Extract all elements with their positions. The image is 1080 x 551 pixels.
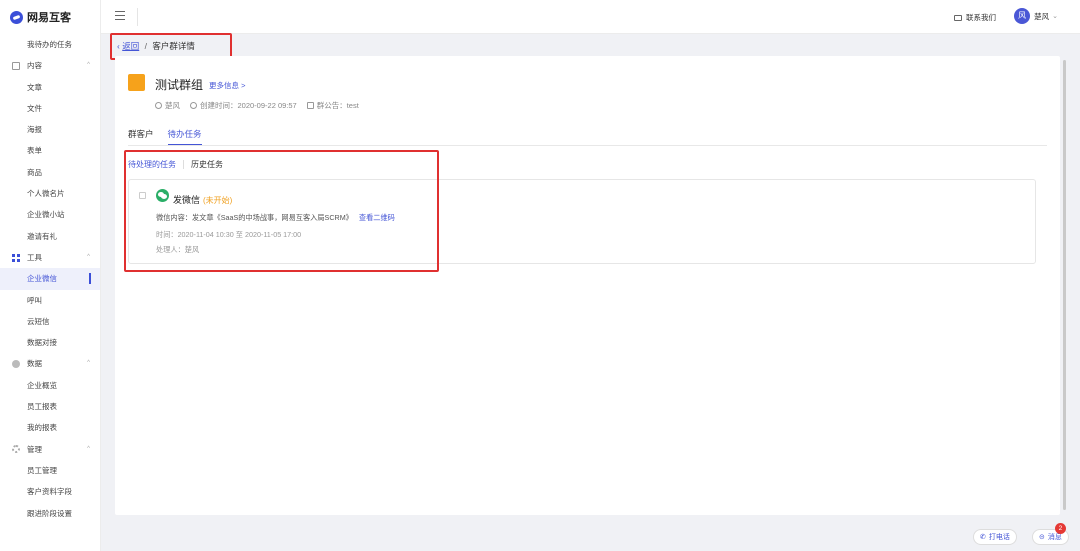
chevron-up-icon: ^ (87, 253, 90, 260)
sidebar-item[interactable]: 文章 (0, 77, 100, 98)
sidebar-group[interactable]: 数据 ^ (0, 353, 100, 374)
call-label: 打电话 (988, 534, 1010, 541)
sidebar-item[interactable]: 文件 (0, 98, 100, 119)
message-icon: ⊝ (1039, 534, 1045, 541)
logo-text: 网易互客 (27, 12, 71, 24)
sidebar-item[interactable]: 海报 (0, 119, 100, 140)
owner-meta: 楚风 (155, 100, 180, 111)
app-logo[interactable]: 网易互客 (0, 0, 100, 34)
notice-meta: 群公告：test (306, 100, 359, 111)
breadcrumb-bar: ‹ 返回 / 客户群详情 (101, 34, 1080, 56)
doc-icon (12, 61, 20, 70)
sidebar-group[interactable]: 管理 ^ (0, 439, 100, 460)
collapse-menu-icon[interactable] (115, 11, 125, 21)
avatar: 风 (1014, 8, 1031, 24)
divider (137, 8, 138, 26)
tab-pending-tasks[interactable]: 待办任务 (167, 128, 202, 145)
sidebar-group-label: 数据 (27, 359, 42, 369)
sidebar-item[interactable]: 企业概览 (0, 375, 100, 396)
tool-icon (12, 253, 20, 262)
message-badge: 2 (1054, 523, 1066, 534)
sidebar-item[interactable]: 企业微小站 (0, 204, 100, 225)
sidebar-item[interactable]: 商品 (0, 162, 100, 183)
call-button[interactable]: ✆ 打电话 (973, 529, 1017, 545)
tab-group-customers[interactable]: 群客户 (128, 128, 154, 145)
contact-us-label: 联系我们 (966, 13, 996, 22)
group-name: 测试群组 (155, 78, 204, 92)
detail-tabs: 群客户 待办任务 (128, 128, 1047, 146)
chat-icon (954, 14, 962, 21)
group-detail-card: 测试群组 更多信息 > 楚风 创建时间：2020-09-22 09:57 群公告… (115, 56, 1060, 515)
group-meta: 楚风 创建时间：2020-09-22 09:57 群公告：test (155, 100, 359, 111)
sidebar-group-label: 管理 (27, 444, 42, 454)
manage-icon (12, 445, 20, 454)
sidebar-item[interactable]: 数据对接 (0, 332, 100, 353)
sidebar-item[interactable]: 呼叫 (0, 290, 100, 311)
group-avatar (128, 74, 145, 91)
message-button[interactable]: ⊝ 消息 2 (1032, 523, 1069, 545)
sidebar-item[interactable]: 邀请有礼 (0, 226, 100, 247)
data-icon (12, 360, 20, 369)
sidebar-item[interactable]: 我的报表 (0, 417, 100, 438)
created-meta: 创建时间：2020-09-22 09:57 (190, 100, 297, 111)
sidebar-group-label: 内容 (27, 61, 42, 71)
chevron-up-icon: ^ (87, 62, 90, 69)
sidebar-item[interactable]: 表单 (0, 140, 100, 161)
chevron-up-icon: ^ (87, 445, 90, 452)
chevron-down-icon: ⌄ (1052, 13, 1058, 20)
user-icon (155, 102, 162, 109)
group-owner: 楚风 (165, 101, 180, 110)
logo-icon (10, 10, 23, 24)
sidebar-item[interactable]: 云短信 (0, 311, 100, 332)
top-bar: 联系我们 风 楚风 ⌄ (101, 0, 1080, 34)
user-name: 楚风 (1034, 11, 1050, 21)
sidebar-menu: 我待办的任务内容 ^ 文章 文件 海报 表单 商品 个人微名片 企业微小站 邀请有礼工具 ^ 企业微信… (0, 34, 100, 524)
sidebar-group-label: 工具 (27, 252, 42, 262)
page-scrollbar[interactable] (1063, 60, 1066, 510)
more-info-link[interactable]: 更多信息 > (209, 80, 245, 91)
sidebar-item[interactable]: 客户资料字段 (0, 481, 100, 502)
sidebar-item[interactable]: 我待办的任务 (0, 34, 100, 55)
sidebar-group[interactable]: 内容 ^ (0, 55, 100, 76)
contact-us-button[interactable]: 联系我们 (954, 12, 996, 23)
sidebar: 网易互客 我待办的任务 内容 ^ 文章 文件 海报 表单 商品 个人微名片 企业微小站 邀请有礼 工具… (0, 0, 101, 551)
notice-icon (306, 102, 314, 109)
sidebar-item[interactable]: 员工管理 (0, 460, 100, 481)
group-notice: 群公告：test (316, 101, 359, 110)
phone-icon: ✆ (980, 534, 986, 541)
sidebar-item[interactable]: 跟进阶段设置 (0, 503, 100, 524)
sidebar-item[interactable]: 个人微名片 (0, 183, 100, 204)
chevron-up-icon: ^ (87, 360, 90, 367)
user-menu[interactable]: 风 楚风 ⌄ (1014, 8, 1058, 24)
sidebar-group[interactable]: 工具 ^ (0, 247, 100, 268)
sidebar-item[interactable]: 企业微信 (0, 268, 100, 290)
sidebar-item[interactable]: 员工报表 (0, 396, 100, 417)
clock-icon (190, 102, 197, 109)
highlight-tasks (124, 150, 439, 272)
group-created: 创建时间：2020-09-22 09:57 (200, 101, 297, 110)
